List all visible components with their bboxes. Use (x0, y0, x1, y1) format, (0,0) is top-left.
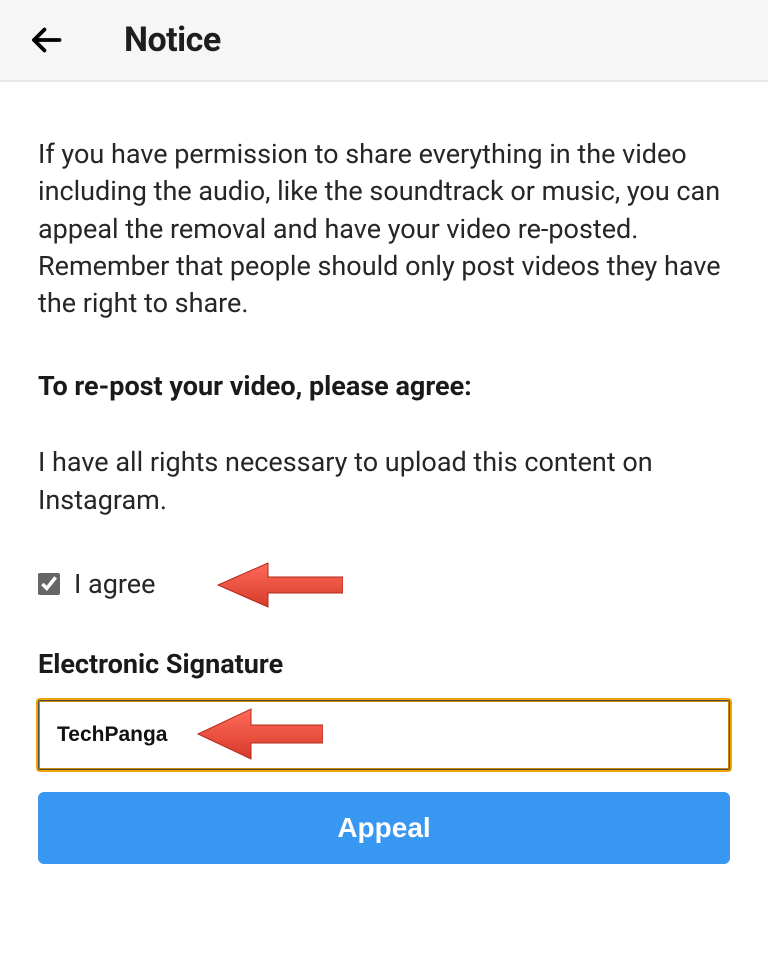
signature-input[interactable] (38, 700, 730, 770)
signature-field-wrap (38, 700, 730, 770)
agree-heading: To re-post your video, please agree: (38, 370, 730, 402)
rights-statement: I have all rights necessary to upload th… (38, 444, 730, 520)
agree-checkbox[interactable] (38, 573, 60, 595)
back-arrow-icon[interactable] (28, 22, 64, 58)
agree-checkbox-row: I agree (38, 568, 730, 600)
content-area: If you have permission to share everythi… (0, 82, 768, 864)
main-paragraph: If you have permission to share everythi… (38, 136, 730, 322)
header-bar: Notice (0, 0, 768, 82)
agree-checkbox-label: I agree (74, 568, 155, 600)
annotation-arrow-icon (213, 560, 343, 610)
page-title: Notice (124, 20, 221, 60)
appeal-button[interactable]: Appeal (38, 792, 730, 864)
signature-heading: Electronic Signature (38, 648, 730, 680)
